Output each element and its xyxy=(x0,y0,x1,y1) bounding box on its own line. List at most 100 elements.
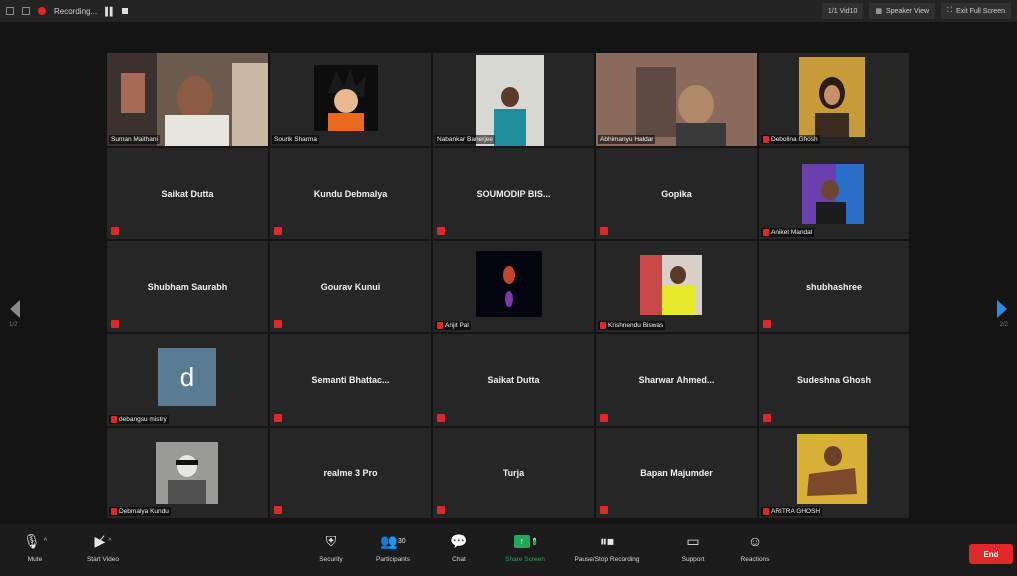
security-button[interactable]: ⛨ Security xyxy=(296,530,366,572)
muted-mic-icon xyxy=(437,506,445,514)
video-tile[interactable]: Arijit Pal xyxy=(433,241,594,332)
participant-name: Nabankar Banerjee xyxy=(437,136,494,143)
video-tile[interactable]: Saikat Dutta xyxy=(107,148,268,239)
muted-mic-icon xyxy=(437,322,443,329)
participant-name-label: Debmalya Kundu xyxy=(109,507,171,516)
participant-name: Suman Maithani xyxy=(111,136,158,143)
meeting-controls-toolbar: 🎙 ^ Mute ▶̸ ^ Start Video ⛨ Security 👥 30 P… xyxy=(0,524,1017,576)
video-tile[interactable]: Krishnendu Biswas xyxy=(596,241,757,332)
stop-recording-icon[interactable] xyxy=(122,8,129,14)
muted-mic-icon xyxy=(274,320,282,328)
video-tile[interactable]: Semanti Bhattac... xyxy=(270,334,431,426)
chat-icon: 💬 xyxy=(450,532,468,549)
profile-picture xyxy=(314,65,378,131)
letter-avatar: d xyxy=(158,348,216,406)
participant-name: Debmalya Kundu xyxy=(119,508,169,515)
participant-name: Sharwar Ahmed... xyxy=(638,375,715,385)
chevron-up-icon[interactable]: ^ xyxy=(108,538,111,545)
shield-icon: ⛨ xyxy=(325,532,337,549)
muted-mic-icon xyxy=(111,320,119,328)
participant-name: Saikat Dutta xyxy=(161,188,214,199)
video-tile[interactable]: Aniket Mandal xyxy=(759,148,909,239)
pause-stop-recording-button[interactable]: ⏸⏹ Pause/Stop Recording xyxy=(562,530,652,572)
profile-picture xyxy=(476,251,542,317)
video-tile[interactable]: Gopika xyxy=(596,148,757,239)
chevron-up-icon[interactable]: ^ xyxy=(532,537,537,545)
speaker-view-icon: ▦ xyxy=(875,8,882,15)
speaker-view-label: Speaker View xyxy=(885,7,930,15)
participant-name-label: Debolina Ghosh xyxy=(761,135,820,144)
participants-button[interactable]: 👥 30 Participants xyxy=(358,530,428,572)
participant-name: Aniket Mandal xyxy=(771,229,813,236)
speaker-view-button[interactable]: ▦ Speaker View xyxy=(869,3,936,19)
reactions-icon: ☺ xyxy=(747,533,763,549)
video-tile[interactable]: Gourav Kunui xyxy=(270,241,431,332)
pause-recording-icon[interactable]: ▌▌ xyxy=(105,7,115,16)
chat-button[interactable]: 💬 Chat xyxy=(424,530,494,572)
share-screen-button[interactable]: ↑ ^ Share Screen xyxy=(490,530,560,572)
participants-icon: 👥 30 xyxy=(380,532,406,549)
muted-mic-icon xyxy=(111,416,117,423)
end-meeting-button[interactable]: End xyxy=(969,544,1013,564)
participant-name: ARITRA GHOSH xyxy=(771,508,821,515)
reactions-button[interactable]: ☺ Reactions xyxy=(720,530,790,572)
pause-stop-icon: ⏸⏹ xyxy=(600,532,614,549)
muted-mic-icon xyxy=(763,136,769,143)
video-tile[interactable]: realme 3 Pro xyxy=(270,428,431,518)
video-tile[interactable]: Nabankar Banerjee xyxy=(433,53,594,146)
video-tile[interactable]: Sharwar Ahmed... xyxy=(596,334,757,426)
next-page-arrow-icon[interactable] xyxy=(997,300,1007,318)
muted-mic-icon xyxy=(763,414,771,422)
minimize-icon[interactable] xyxy=(22,7,30,15)
video-tile[interactable]: Sourik Sharma xyxy=(270,53,431,146)
video-tile[interactable]: shubhashree xyxy=(759,241,909,332)
muted-mic-icon xyxy=(111,227,119,235)
profile-picture xyxy=(156,442,218,504)
video-tile[interactable]: Abhimanyu Haldar xyxy=(596,53,757,146)
share-screen-label: Share Screen xyxy=(505,556,545,563)
video-tile[interactable]: Suman Maithani xyxy=(107,53,268,146)
participant-name: Shubham Saurabh xyxy=(147,281,228,292)
participant-name: Turja xyxy=(502,468,525,478)
video-tile[interactable]: d debangsu mistry xyxy=(107,334,268,426)
muted-mic-icon xyxy=(274,227,282,235)
participant-name: Saikat Dutta xyxy=(487,375,540,385)
muted-mic-icon xyxy=(111,508,117,515)
participant-name: Bapan Majumder xyxy=(640,468,713,478)
chat-label: Chat xyxy=(452,556,466,563)
video-tile[interactable]: SOUMODIP BIS... xyxy=(433,148,594,239)
participant-name-label: Sourik Sharma xyxy=(272,135,319,144)
video-tile[interactable]: ARITRA GHOSH xyxy=(759,428,909,518)
exit-fullscreen-button[interactable]: ⛶ Exit Full Screen xyxy=(941,3,1011,19)
muted-mic-icon xyxy=(437,414,445,422)
gallery-view: 1/2 2/2 Suman Maithani Sourik Sharma Nab… xyxy=(0,22,1017,524)
participant-name: shubhashree xyxy=(805,281,863,292)
video-tile[interactable]: Debmalya Kundu xyxy=(107,428,268,518)
profile-picture xyxy=(476,55,544,146)
mute-button[interactable]: 🎙 ^ Mute xyxy=(0,530,70,572)
participant-video xyxy=(596,53,757,146)
video-tile[interactable]: Sudeshna Ghosh xyxy=(759,334,909,426)
video-tile[interactable]: Turja xyxy=(433,428,594,518)
muted-mic-icon xyxy=(763,320,771,328)
video-tile[interactable]: Bapan Majumder xyxy=(596,428,757,518)
participants-label: Participants xyxy=(376,556,410,563)
previous-page-arrow-icon[interactable] xyxy=(10,300,20,318)
participant-name-label: Aniket Mandal xyxy=(761,228,815,237)
video-tile[interactable]: Kundu Debmalya xyxy=(270,148,431,239)
video-tile[interactable]: Debolina Ghosh xyxy=(759,53,909,146)
participant-name: debangsu mistry xyxy=(119,416,167,423)
window-icon[interactable] xyxy=(6,7,14,15)
participant-video xyxy=(107,53,268,146)
pause-stop-recording-label: Pause/Stop Recording xyxy=(574,556,640,563)
support-button[interactable]: ▭ Support xyxy=(658,530,728,572)
video-tile[interactable]: Shubham Saurabh xyxy=(107,241,268,332)
participant-name: Debolina Ghosh xyxy=(771,136,818,143)
video-tile[interactable]: Saikat Dutta xyxy=(433,334,594,426)
view-indicator[interactable]: 1/1 Vid10 xyxy=(821,3,864,19)
participant-name-label: debangsu mistry xyxy=(109,415,169,424)
mute-label: Mute xyxy=(27,556,43,563)
chevron-up-icon[interactable]: ^ xyxy=(44,538,47,545)
start-video-button[interactable]: ▶̸ ^ Start Video xyxy=(68,530,138,572)
support-icon: ▭ xyxy=(686,532,700,549)
